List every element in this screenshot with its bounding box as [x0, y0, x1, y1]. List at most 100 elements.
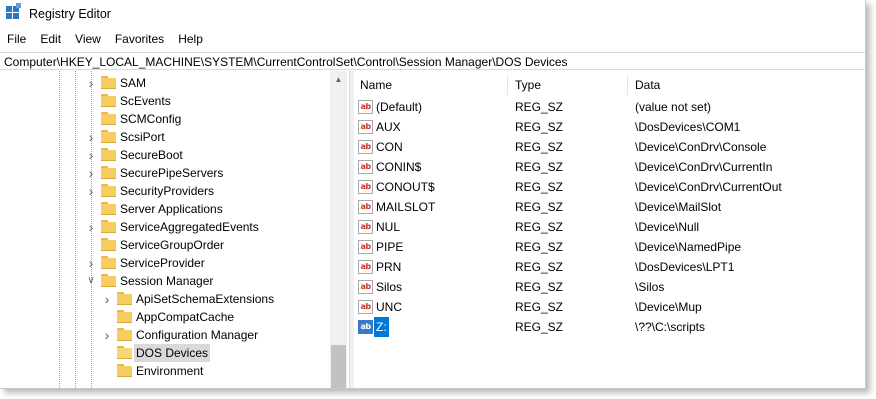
folder-icon — [101, 112, 116, 125]
registry-key-tree: › SAM ScEvents SCMConfig › ScsiPort › SecureBoo… — [0, 71, 349, 388]
value-row[interactable]: ab AUX REG_SZ \DosDevices\COM1 — [353, 117, 865, 137]
value-data: \Device\ConDrv\Console — [635, 140, 767, 154]
tree-item[interactable]: › SAM — [0, 74, 330, 92]
value-row[interactable]: ab Silos REG_SZ \Silos — [353, 277, 865, 297]
string-value-icon: ab — [358, 180, 373, 194]
menu-file[interactable]: File — [0, 30, 33, 48]
value-row[interactable]: ab MAILSLOT REG_SZ \Device\MailSlot — [353, 197, 865, 217]
value-type: REG_SZ — [515, 180, 564, 194]
tree-item[interactable]: › Configuration Manager — [0, 326, 330, 344]
value-type: REG_SZ — [515, 160, 564, 174]
tree-item-label: AppCompatCache — [136, 310, 235, 324]
value-row[interactable]: ab Z: REG_SZ \??\C:\scripts — [353, 317, 865, 337]
value-name: CONIN$ — [376, 160, 422, 174]
tree-item-label: Configuration Manager — [136, 328, 259, 342]
tree-item-label: Server Applications — [120, 202, 223, 216]
value-data: \DosDevices\LPT1 — [635, 260, 735, 274]
menu-help[interactable]: Help — [171, 30, 210, 48]
tree-item-label: ScsiPort — [120, 130, 165, 144]
chevron-right-icon[interactable]: › — [86, 166, 96, 180]
value-row[interactable]: ab PIPE REG_SZ \Device\NamedPipe — [353, 237, 865, 257]
value-row[interactable]: ab UNC REG_SZ \Device\Mup — [353, 297, 865, 317]
folder-icon — [101, 148, 116, 161]
folder-icon — [117, 310, 132, 323]
tree-item[interactable]: › ServiceProvider — [0, 254, 330, 272]
chevron-right-icon[interactable]: › — [86, 148, 96, 162]
tree-item[interactable]: › ApiSetSchemaExtensions — [0, 290, 330, 308]
value-name: NUL — [376, 220, 401, 234]
tree-item[interactable]: › ScsiPort — [0, 128, 330, 146]
value-data: \Device\NamedPipe — [635, 240, 742, 254]
folder-icon — [101, 274, 116, 287]
string-value-icon: ab — [358, 200, 373, 214]
column-header-data[interactable]: Data — [628, 75, 865, 95]
chevron-right-icon[interactable]: › — [102, 292, 112, 306]
value-row[interactable]: ab NUL REG_SZ \Device\Null — [353, 217, 865, 237]
chevron-right-icon[interactable]: › — [86, 76, 96, 90]
tree-item[interactable]: SCMConfig — [0, 110, 330, 128]
folder-icon — [117, 346, 132, 359]
value-name: CON — [376, 140, 403, 154]
tree-vertical-scrollbar[interactable]: ▲ — [330, 71, 347, 388]
value-row[interactable]: ab (Default) REG_SZ (value not set) — [353, 97, 865, 117]
string-value-icon: ab — [358, 240, 373, 254]
tree-item[interactable]: › ServiceAggregatedEvents — [0, 218, 330, 236]
tree-item-label: ApiSetSchemaExtensions — [136, 292, 275, 306]
tree-item[interactable]: Server Applications — [0, 200, 330, 218]
value-type: REG_SZ — [515, 100, 564, 114]
column-header-type[interactable]: Type — [508, 75, 628, 95]
tree-item-label: Environment — [136, 364, 204, 378]
tree-item[interactable]: ∨ Session Manager — [0, 272, 330, 290]
chevron-right-icon[interactable]: › — [86, 220, 96, 234]
value-row[interactable]: ab CONOUT$ REG_SZ \Device\ConDrv\CurrentOut — [353, 177, 865, 197]
value-row[interactable]: ab PRN REG_SZ \DosDevices\LPT1 — [353, 257, 865, 277]
value-data: (value not set) — [635, 100, 712, 114]
tree-item-label: SCMConfig — [120, 112, 182, 126]
folder-icon — [101, 76, 116, 89]
tree-item-label: ServiceAggregatedEvents — [120, 220, 259, 234]
menu-favorites[interactable]: Favorites — [108, 30, 171, 48]
value-row[interactable]: ab CON REG_SZ \Device\ConDrv\Console — [353, 137, 865, 157]
title-bar[interactable]: Registry Editor — [0, 0, 865, 28]
menu-edit[interactable]: Edit — [33, 30, 68, 48]
tree-item[interactable]: Environment — [0, 362, 330, 380]
chevron-right-icon[interactable]: › — [86, 256, 96, 270]
value-name: PRN — [376, 260, 402, 274]
column-header-name[interactable]: Name — [353, 75, 508, 95]
tree-item[interactable]: › SecureBoot — [0, 146, 330, 164]
scroll-up-arrow-icon[interactable]: ▲ — [330, 71, 347, 88]
chevron-down-icon[interactable]: ∨ — [86, 275, 96, 287]
folder-icon — [117, 328, 132, 341]
menu-view[interactable]: View — [68, 30, 108, 48]
tree-item-label: SAM — [120, 76, 147, 90]
tree-item-label: ServiceProvider — [120, 256, 205, 270]
chevron-right-icon[interactable]: › — [86, 130, 96, 144]
value-type: REG_SZ — [515, 120, 564, 134]
tree-item[interactable]: ServiceGroupOrder — [0, 236, 330, 254]
value-name: CONOUT$ — [376, 180, 435, 194]
tree-item[interactable]: › SecurityProviders — [0, 182, 330, 200]
folder-icon — [101, 238, 116, 251]
string-value-icon: ab — [358, 160, 373, 174]
folder-icon — [117, 364, 132, 377]
folder-icon — [101, 202, 116, 215]
value-type: REG_SZ — [515, 300, 564, 314]
value-type: REG_SZ — [515, 320, 564, 334]
string-value-icon: ab — [358, 140, 373, 154]
scrollbar-thumb[interactable] — [331, 345, 346, 388]
tree-item[interactable]: DOS Devices — [0, 344, 330, 362]
string-value-icon: ab — [358, 100, 373, 114]
value-type: REG_SZ — [515, 280, 564, 294]
chevron-right-icon[interactable]: › — [86, 184, 96, 198]
value-name: (Default) — [376, 100, 423, 114]
tree-item-label: ServiceGroupOrder — [120, 238, 225, 252]
tree-item-label: SecureBoot — [120, 148, 183, 162]
tree-item[interactable]: ScEvents — [0, 92, 330, 110]
value-row[interactable]: ab CONIN$ REG_SZ \Device\ConDrv\CurrentIn — [353, 157, 865, 177]
tree-item[interactable]: AppCompatCache — [0, 308, 330, 326]
address-bar[interactable]: Computer\HKEY_LOCAL_MACHINE\SYSTEM\Curre… — [0, 52, 865, 70]
tree-item[interactable]: › SecurePipeServers — [0, 164, 330, 182]
value-data: \Device\MailSlot — [635, 200, 722, 214]
folder-icon — [101, 220, 116, 233]
chevron-right-icon[interactable]: › — [102, 328, 112, 342]
